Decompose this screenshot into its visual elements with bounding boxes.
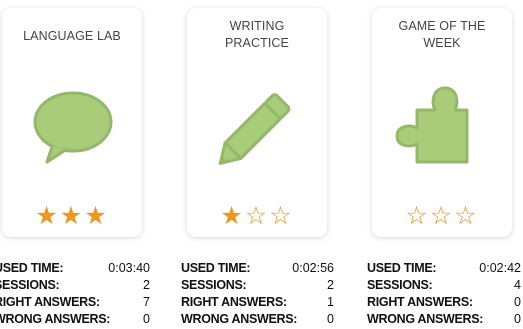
activity-card-game-of-the-week[interactable]: GAME OF THE WEEK ☆☆☆ [372, 8, 512, 237]
stat-used-time: USED TIME: 0:02:56 [181, 261, 334, 275]
stats-panel-language-lab: USED TIME: 0:03:40 SESSIONS: 2 RIGHT ANSWE… [0, 260, 150, 328]
stat-wrong-answers: WRONG ANSWERS: 0 [367, 312, 521, 326]
stat-sessions: SESSIONS: 2 [0, 278, 150, 292]
star-icon: ★ [59, 201, 85, 230]
star-rating: ☆☆☆ [372, 203, 512, 229]
stat-right-answers: RIGHT ANSWERS: 7 [0, 295, 150, 309]
stat-sessions: SESSIONS: 2 [181, 278, 334, 292]
stat-wrong-answers: WRONG ANSWERS: 0 [181, 312, 334, 326]
star-icon: ★ [220, 201, 245, 230]
stats-panel-writing-practice: USED TIME: 0:02:56 SESSIONS: 2 RIGHT ANSWE… [181, 260, 334, 328]
stat-right-answers: RIGHT ANSWERS: 0 [367, 295, 521, 309]
star-outline-icon: ☆ [429, 201, 455, 230]
speech-bubble-icon [2, 78, 142, 178]
star-outline-icon: ☆ [244, 201, 270, 230]
stat-sessions: SESSIONS: 4 [367, 278, 521, 292]
pencil-icon [187, 78, 327, 178]
activity-card-writing-practice[interactable]: WRITING PRACTICE ★☆☆ [187, 8, 327, 237]
card-title: LANGUAGE LAB [23, 29, 121, 43]
star-icon: ★ [35, 201, 60, 230]
card-title: WRITING PRACTICE [224, 19, 289, 50]
star-outline-icon: ☆ [454, 201, 479, 230]
puzzle-piece-icon [372, 78, 512, 178]
star-rating: ★☆☆ [187, 203, 327, 229]
star-icon: ★ [84, 201, 109, 230]
card-title: GAME OF THE WEEK [398, 19, 486, 50]
stat-used-time: USED TIME: 0:03:40 [0, 261, 150, 275]
activity-card-language-lab[interactable]: LANGUAGE LAB ★★★ [2, 8, 142, 237]
stat-wrong-answers: WRONG ANSWERS: 0 [0, 312, 150, 326]
stats-panel-game-of-the-week: USED TIME: 0:02:42 SESSIONS: 4 RIGHT ANSWE… [367, 260, 521, 328]
star-outline-icon: ☆ [405, 201, 430, 230]
stat-right-answers: RIGHT ANSWERS: 1 [181, 295, 334, 309]
star-rating: ★★★ [2, 203, 142, 229]
stat-used-time: USED TIME: 0:02:42 [367, 261, 521, 275]
star-outline-icon: ☆ [269, 201, 294, 230]
